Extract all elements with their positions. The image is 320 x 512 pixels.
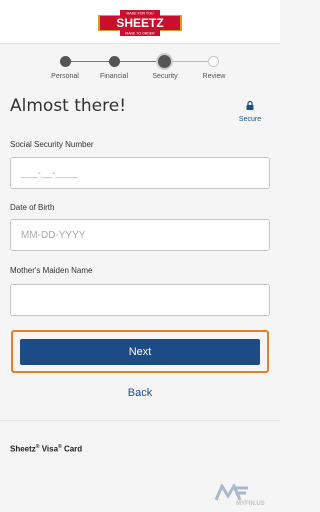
logo-bottom-text: MADE TO ORDER (125, 32, 155, 36)
card-product-name: Sheetz® Visa® Card (10, 444, 82, 454)
logo-text: SHEETZ (116, 16, 163, 30)
watermark-logo-icon (214, 482, 248, 501)
lock-icon (246, 101, 254, 110)
step-review-label: Review (202, 73, 226, 80)
secure-indicator: Secure (230, 97, 270, 123)
page-title: Almost there! (10, 96, 127, 116)
watermark: MYFIN.US (214, 482, 274, 510)
step-security-dot (158, 55, 171, 68)
dob-label: Date of Birth (10, 203, 55, 212)
step-review-dot (208, 56, 219, 67)
maiden-name-label: Mother's Maiden Name (10, 266, 93, 275)
step-personal-dot (60, 56, 71, 67)
footer-divider (0, 420, 280, 421)
secure-label: Secure (238, 116, 262, 123)
sheetz-logo: SHEETZ MADE FOR YOU MADE TO ORDER (98, 10, 182, 36)
logo-top-text: MADE FOR YOU (127, 12, 154, 16)
watermark-text: MYFIN.US (236, 501, 265, 507)
maiden-name-field[interactable] (10, 284, 270, 316)
ssn-label: Social Security Number (10, 140, 94, 149)
next-button[interactable]: Next (20, 339, 260, 365)
card-name-visa: Visa (39, 444, 59, 454)
progress-stepper: Personal Financial Security Review (0, 52, 280, 88)
progress-track-remaining (165, 61, 213, 62)
card-name-suffix: Card (61, 444, 83, 454)
next-button-focus-ring: Next (11, 330, 269, 373)
step-financial-dot (109, 56, 120, 67)
card-name-brand: Sheetz (10, 444, 36, 454)
app-header: SHEETZ MADE FOR YOU MADE TO ORDER (0, 0, 280, 44)
back-link[interactable]: Back (0, 387, 280, 399)
ssn-field[interactable] (10, 157, 270, 189)
dob-field[interactable] (10, 219, 270, 251)
